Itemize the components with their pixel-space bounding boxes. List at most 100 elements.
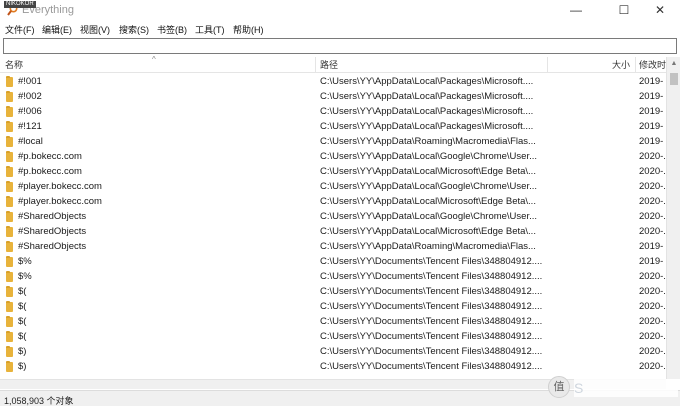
vertical-scrollbar[interactable]: ▲ xyxy=(666,57,680,379)
item-name: #SharedObjects xyxy=(18,241,87,252)
item-path: C:\Users\YY\AppData\Roaming\Macromedia\F… xyxy=(320,241,536,252)
column-divider[interactable] xyxy=(315,57,316,73)
list-item[interactable]: #p.bokecc.com C:\Users\YY\AppData\Local\… xyxy=(0,149,666,164)
menu-tools[interactable]: 工具(T) xyxy=(195,23,225,36)
folder-icon xyxy=(6,226,13,237)
item-date: 2020-. xyxy=(639,196,665,207)
close-button[interactable]: ✕ xyxy=(644,0,676,21)
menu-bar: 文件(F) 编辑(E) 视图(V) 搜索(S) 书签(B) 工具(T) 帮助(H… xyxy=(0,21,680,37)
item-name: #p.bokecc.com xyxy=(18,151,82,162)
folder-icon xyxy=(6,286,13,297)
list-item[interactable]: #SharedObjects C:\Users\YY\AppData\Local… xyxy=(0,209,666,224)
list-item[interactable]: #!001 C:\Users\YY\AppData\Local\Packages… xyxy=(0,74,666,89)
column-path[interactable]: 路径 xyxy=(320,57,338,73)
folder-icon xyxy=(6,106,13,117)
item-date: 2020-. xyxy=(639,346,665,357)
site-watermark: 值 S xyxy=(548,372,680,402)
folder-icon xyxy=(6,316,13,327)
scrollbar-thumb[interactable] xyxy=(670,73,678,85)
maximize-button[interactable]: ☐ xyxy=(608,0,640,21)
menu-edit[interactable]: 编辑(E) xyxy=(42,23,72,36)
minimize-button[interactable]: — xyxy=(560,0,592,21)
menu-help[interactable]: 帮助(H) xyxy=(233,23,264,36)
list-item[interactable]: #SharedObjects C:\Users\YY\AppData\Local… xyxy=(0,224,666,239)
title-bar: Everything NIKOKOR — ☐ ✕ xyxy=(0,0,680,21)
list-item[interactable]: #!121 C:\Users\YY\AppData\Local\Packages… xyxy=(0,119,666,134)
menu-search[interactable]: 搜索(S) xyxy=(119,23,149,36)
list-item[interactable]: #player.bokecc.com C:\Users\YY\AppData\L… xyxy=(0,179,666,194)
list-item[interactable]: $( C:\Users\YY\Documents\Tencent Files\3… xyxy=(0,329,666,344)
item-date: 2020-. xyxy=(639,226,665,237)
item-path: C:\Users\YY\AppData\Local\Microsoft\Edge… xyxy=(320,226,536,237)
item-path: C:\Users\YY\AppData\Local\Google\Chrome\… xyxy=(320,181,538,192)
folder-icon xyxy=(6,196,13,207)
watermark-logo-icon: 值 xyxy=(548,376,570,398)
item-name: $% xyxy=(18,256,32,267)
item-name: $) xyxy=(18,346,27,357)
item-name: #!001 xyxy=(18,76,42,87)
scroll-up-arrow-icon[interactable]: ▲ xyxy=(667,57,680,71)
item-name: #!002 xyxy=(18,91,42,102)
list-item[interactable]: #p.bokecc.com C:\Users\YY\AppData\Local\… xyxy=(0,164,666,179)
item-path: C:\Users\YY\AppData\Local\Packages\Micro… xyxy=(320,91,534,102)
menu-file[interactable]: 文件(F) xyxy=(5,23,35,36)
item-path: C:\Users\YY\Documents\Tencent Files\3488… xyxy=(320,331,543,342)
sort-ascending-icon: ^ xyxy=(152,55,156,64)
menu-view[interactable]: 视图(V) xyxy=(80,23,110,36)
list-item[interactable]: #player.bokecc.com C:\Users\YY\AppData\L… xyxy=(0,194,666,209)
list-item[interactable]: #local C:\Users\YY\AppData\Roaming\Macro… xyxy=(0,134,666,149)
list-item[interactable]: #SharedObjects C:\Users\YY\AppData\Roami… xyxy=(0,239,666,254)
column-header: 名称 ^ 路径 大小 修改时 xyxy=(0,55,680,73)
column-date[interactable]: 修改时 xyxy=(639,57,666,73)
folder-icon xyxy=(6,241,13,252)
item-name: $( xyxy=(18,286,27,297)
item-date: 2020-. xyxy=(639,271,665,282)
item-path: C:\Users\YY\AppData\Local\Microsoft\Edge… xyxy=(320,166,536,177)
folder-icon xyxy=(6,181,13,192)
item-path: C:\Users\YY\Documents\Tencent Files\3488… xyxy=(320,316,543,327)
folder-icon xyxy=(6,151,13,162)
list-item[interactable]: $% C:\Users\YY\Documents\Tencent Files\3… xyxy=(0,254,666,269)
item-date: 2019- xyxy=(639,91,664,102)
item-name: #player.bokecc.com xyxy=(18,196,102,207)
results-list[interactable]: #!001 C:\Users\YY\AppData\Local\Packages… xyxy=(0,74,666,378)
folder-icon xyxy=(6,361,13,372)
search-input[interactable] xyxy=(3,38,677,54)
item-date: 2019- xyxy=(639,136,664,147)
list-item[interactable]: #!002 C:\Users\YY\AppData\Local\Packages… xyxy=(0,89,666,104)
item-date: 2020-. xyxy=(639,316,665,327)
item-path: C:\Users\YY\Documents\Tencent Files\3488… xyxy=(320,346,543,357)
item-date: 2020-. xyxy=(639,181,665,192)
folder-icon xyxy=(6,121,13,132)
item-name: #SharedObjects xyxy=(18,226,87,237)
column-divider[interactable] xyxy=(635,57,636,73)
item-path: C:\Users\YY\Documents\Tencent Files\3488… xyxy=(320,256,543,267)
folder-icon xyxy=(6,271,13,282)
item-path: C:\Users\YY\Documents\Tencent Files\3488… xyxy=(320,286,543,297)
list-item[interactable]: $( C:\Users\YY\Documents\Tencent Files\3… xyxy=(0,284,666,299)
list-item[interactable]: $( C:\Users\YY\Documents\Tencent Files\3… xyxy=(0,314,666,329)
item-path: C:\Users\YY\AppData\Local\Packages\Micro… xyxy=(320,121,534,132)
menu-bookmarks[interactable]: 书签(B) xyxy=(157,23,187,36)
item-name: #!006 xyxy=(18,106,42,117)
item-path: C:\Users\YY\AppData\Local\Google\Chrome\… xyxy=(320,211,538,222)
list-item[interactable]: $( C:\Users\YY\Documents\Tencent Files\3… xyxy=(0,299,666,314)
item-name: #SharedObjects xyxy=(18,211,87,222)
list-item[interactable]: $) C:\Users\YY\Documents\Tencent Files\3… xyxy=(0,344,666,359)
item-path: C:\Users\YY\AppData\Local\Microsoft\Edge… xyxy=(320,196,536,207)
item-date: 2020-. xyxy=(639,166,665,177)
column-divider[interactable] xyxy=(547,57,548,73)
item-date: 2019- xyxy=(639,121,664,132)
folder-icon xyxy=(6,211,13,222)
item-name: $( xyxy=(18,331,27,342)
item-name: $( xyxy=(18,301,27,312)
item-path: C:\Users\YY\AppData\Roaming\Macromedia\F… xyxy=(320,136,536,147)
folder-icon xyxy=(6,346,13,357)
folder-icon xyxy=(6,91,13,102)
column-name[interactable]: 名称 xyxy=(5,57,23,73)
list-item[interactable]: #!006 C:\Users\YY\AppData\Local\Packages… xyxy=(0,104,666,119)
list-item[interactable]: $% C:\Users\YY\Documents\Tencent Files\3… xyxy=(0,269,666,284)
folder-icon xyxy=(6,301,13,312)
column-size[interactable]: 大小 xyxy=(612,57,630,73)
item-date: 2020-. xyxy=(639,331,665,342)
